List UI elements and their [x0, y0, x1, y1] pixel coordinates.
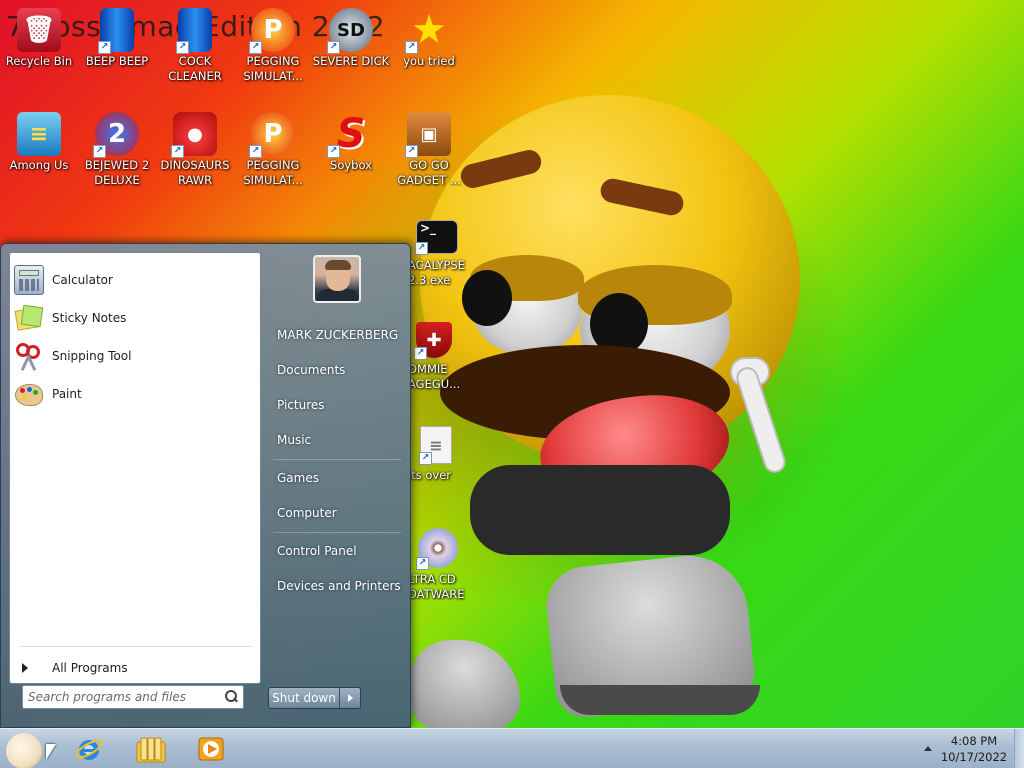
- show-hidden-icons-button[interactable]: [924, 746, 932, 751]
- paint-palette-icon: [14, 379, 44, 409]
- desktop-icon-bejeweled-2[interactable]: 2 ↗ BEJEWED 2 DELUXE: [78, 112, 156, 188]
- mouse-cursor: [46, 744, 56, 760]
- shield-icon: ✚ ↗: [414, 322, 452, 360]
- desktop-icon-pegging-simulator[interactable]: P ↗ PEGGING SIMULAT...: [234, 8, 312, 84]
- libraries-folder-icon: [136, 737, 166, 763]
- start-menu-games[interactable]: Games: [269, 465, 401, 491]
- taskbar-clock[interactable]: 4:08 PM 10/17/2022: [938, 733, 1010, 765]
- desktop-icon-among-us[interactable]: ≡ Among Us: [0, 112, 78, 173]
- program-snipping-tool[interactable]: Snipping Tool: [14, 339, 258, 373]
- all-programs-button[interactable]: All Programs: [18, 657, 254, 679]
- document-icon: ≡ ↗: [419, 426, 452, 465]
- scissors-icon: [14, 341, 44, 371]
- desktop-icon-beep-beep[interactable]: ↗ BEEP BEEP: [78, 8, 156, 69]
- desktop-icon-recycle-bin[interactable]: 🗑 Recycle Bin: [0, 8, 78, 69]
- start-menu-devices-and-printers[interactable]: Devices and Printers: [269, 573, 401, 599]
- pegging-p-icon: P ↗: [249, 8, 295, 54]
- shutdown-options-button[interactable]: [340, 688, 360, 708]
- desktop-icon-soybox[interactable]: S ↗ Soybox: [312, 112, 390, 173]
- start-button[interactable]: [6, 733, 42, 768]
- desktop-icon-pegging-simulator-2[interactable]: P ↗ PEGGING SIMULAT...: [234, 112, 312, 188]
- start-menu-programs-pane: Calculator Sticky Notes Snipping Tool Pa…: [9, 252, 261, 684]
- blue-folder-icon: ↗: [98, 8, 134, 54]
- start-menu-music[interactable]: Music: [269, 427, 401, 453]
- wallpaper-emoji-figure: [400, 95, 840, 728]
- sticky-notes-icon: [14, 303, 44, 333]
- show-desktop-button[interactable]: [1014, 729, 1024, 768]
- chevron-right-icon: [347, 694, 353, 702]
- desktop-icon-dinosaurs-rawr[interactable]: ● ↗ DINOSAURS RAWR: [156, 112, 234, 188]
- taskbar-media-player[interactable]: [184, 732, 238, 766]
- start-menu: Calculator Sticky Notes Snipping Tool Pa…: [0, 243, 411, 728]
- shutdown-button-group: Shut down: [268, 687, 361, 709]
- search-input[interactable]: [28, 687, 220, 707]
- star-icon: ★ ↗: [405, 8, 451, 54]
- program-sticky-notes[interactable]: Sticky Notes: [14, 301, 258, 335]
- desktop-icon-go-go-gadget[interactable]: ▣ ↗ GO GO GADGET ...: [390, 112, 468, 188]
- cmd-icon: >_ ↗: [415, 220, 458, 255]
- search-icon[interactable]: [224, 690, 238, 704]
- pegging-p-icon: P ↗: [249, 112, 295, 158]
- user-avatar[interactable]: [313, 255, 361, 303]
- bejeweled-icon: 2 ↗: [93, 112, 139, 158]
- gear-sd-icon: SD ↗: [327, 8, 373, 54]
- cd-icon: ↗: [416, 528, 458, 570]
- start-search-box[interactable]: [22, 685, 244, 709]
- start-menu-pictures[interactable]: Pictures: [269, 392, 401, 418]
- desktop-icon-severe-dick[interactable]: SD ↗ SEVERE DICK: [312, 8, 390, 69]
- media-player-icon: [198, 737, 224, 761]
- chevron-right-icon: [22, 663, 28, 673]
- internet-explorer-icon: [75, 739, 103, 760]
- taskbar-internet-explorer[interactable]: [62, 732, 116, 766]
- start-menu-user-name[interactable]: MARK ZUCKERBERG: [269, 322, 401, 348]
- recycle-bin-icon: 🗑: [17, 8, 61, 52]
- soybox-s-icon: S ↗: [327, 112, 373, 158]
- program-paint[interactable]: Paint: [14, 377, 258, 411]
- among-us-icon: ≡: [17, 112, 61, 156]
- desktop-icon-cock-cleaner[interactable]: ↗ COCK CLEANER: [156, 8, 234, 84]
- desktop[interactable]: 7 BossK mae Edition 2012 🗑 Recycle Bin ↗…: [0, 0, 1024, 728]
- blue-folder-icon: ↗: [176, 8, 212, 54]
- angry-bird-icon: ● ↗: [171, 112, 217, 158]
- taskbar: 4:08 PM 10/17/2022: [0, 728, 1024, 768]
- start-menu-control-panel[interactable]: Control Panel: [269, 538, 401, 564]
- shutdown-button[interactable]: Shut down: [269, 688, 340, 708]
- desktop-icon-you-tried[interactable]: ★ ↗ you tried: [390, 8, 468, 69]
- program-calculator[interactable]: Calculator: [14, 263, 258, 297]
- calculator-icon: [14, 265, 44, 295]
- start-menu-computer[interactable]: Computer: [269, 500, 401, 526]
- briefcase-icon: ▣ ↗: [405, 112, 451, 158]
- taskbar-libraries[interactable]: [124, 732, 178, 766]
- start-menu-documents[interactable]: Documents: [269, 357, 401, 383]
